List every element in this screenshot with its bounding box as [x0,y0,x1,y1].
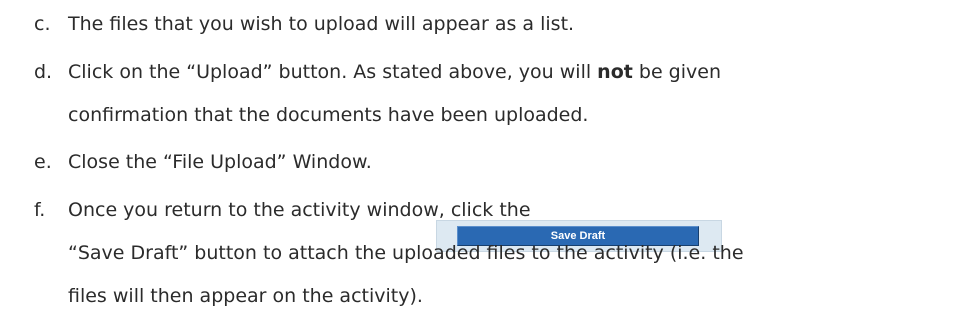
list-marker: f. [34,199,46,221]
list-item-text: “Save Draft” button to attach the upload… [68,242,744,264]
list-item-text: files will then appear on the activity). [68,285,423,307]
text-segment: be given [632,61,721,83]
list-item-text: Click on the “Upload” button. As stated … [68,60,721,84]
list-marker: e. [34,151,52,173]
text-segment: Click on the “Upload” button. As stated … [68,61,598,83]
list-item-text: The files that you wish to upload will a… [68,13,575,35]
list-marker: c. [34,13,51,35]
list-marker: d. [34,61,53,83]
list-item-text: Close the “File Upload” Window. [68,151,372,173]
emphasis-text: not [597,61,633,83]
list-item-text: Once you return to the activity window, … [68,199,531,221]
list-item-text: confirmation that the documents have bee… [68,104,589,126]
